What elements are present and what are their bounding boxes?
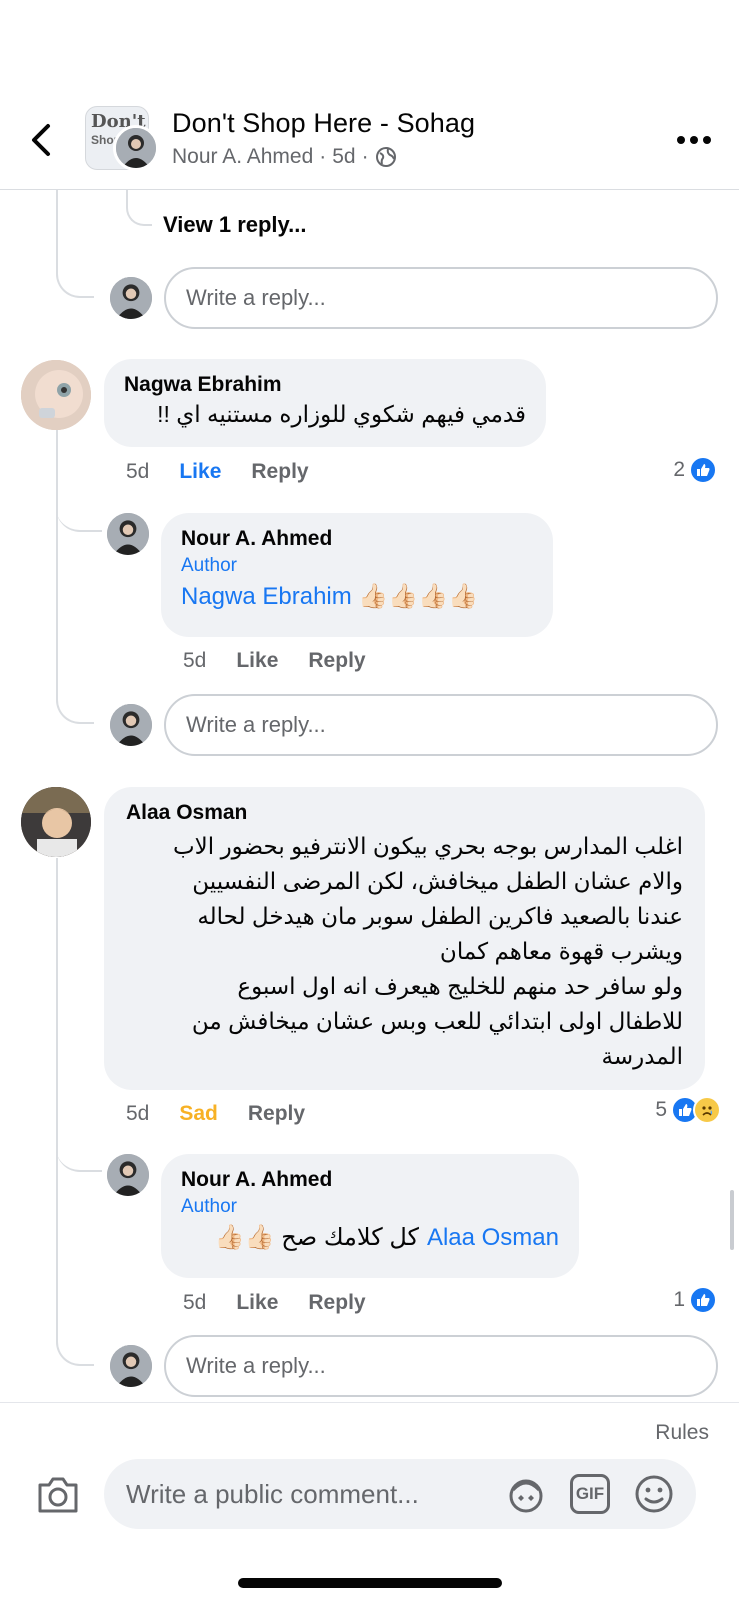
reply-button[interactable]: Reply xyxy=(308,649,365,673)
reaction-summary[interactable]: 1 xyxy=(673,1286,717,1314)
comment-actions: 5d Like Reply xyxy=(126,460,309,484)
user-avatar xyxy=(110,277,152,319)
thread-line xyxy=(56,430,102,532)
separator: · xyxy=(319,145,327,168)
reply-bubble: Nour A. Ahmed Author Nagwa Ebrahim 👍🏻👍🏻👍… xyxy=(161,513,553,637)
reaction-count: 5 xyxy=(655,1098,667,1121)
post-subtitle: Nour A. Ahmed · 5d · xyxy=(172,145,397,169)
comment-time: 5d xyxy=(126,460,150,483)
comment-line: ولو سافر حد منهم للخليج هيعرف انه اول اس… xyxy=(237,973,683,999)
like-reaction-icon xyxy=(689,456,717,484)
sad-reaction-icon xyxy=(693,1096,721,1124)
camera-icon[interactable] xyxy=(36,1473,80,1515)
thread-line xyxy=(56,190,94,298)
reply-time: 5d xyxy=(183,649,207,672)
separator: · xyxy=(361,145,369,168)
reaction-count: 2 xyxy=(673,458,685,481)
like-reaction-icon xyxy=(689,1286,717,1314)
reply-message: كل كلامك صح 👍🏻👍🏻 xyxy=(214,1224,419,1251)
comment-line: المدرسة xyxy=(601,1043,683,1069)
thread-line xyxy=(56,858,102,1172)
reply-actions: 5d Like Reply xyxy=(183,1291,366,1315)
author-avatar[interactable] xyxy=(113,125,159,171)
reply-author-name[interactable]: Nour A. Ahmed xyxy=(181,527,533,551)
like-button[interactable]: Like xyxy=(236,1291,278,1315)
comment-actions: 5d Sad Reply xyxy=(126,1102,305,1126)
gif-icon[interactable]: GIF xyxy=(570,1474,610,1514)
post-header: Don't Shop Don't Shop Here - Sohag Nour … xyxy=(0,0,739,190)
comment-bubble: Alaa Osman اغلب المدارس بوجه بحري بيكون … xyxy=(104,787,705,1090)
mention-link[interactable]: Alaa Osman xyxy=(427,1220,559,1255)
reaction-count: 1 xyxy=(673,1288,685,1311)
user-avatar xyxy=(110,704,152,746)
reply-author-name[interactable]: Nour A. Ahmed xyxy=(181,1168,559,1192)
comment-placeholder: Write a public comment... xyxy=(126,1478,419,1509)
like-button[interactable]: Like xyxy=(179,460,221,484)
comment-time: 5d xyxy=(126,1102,150,1125)
commenter-avatar[interactable] xyxy=(21,787,91,857)
back-arrow-icon[interactable] xyxy=(28,122,56,158)
user-avatar[interactable] xyxy=(107,1154,149,1196)
reply-time: 5d xyxy=(183,1291,207,1314)
home-indicator[interactable] xyxy=(238,1578,502,1588)
commenter-avatar[interactable] xyxy=(21,360,91,430)
gif-label: GIF xyxy=(575,1484,605,1503)
reply-button[interactable]: Reply xyxy=(308,1291,365,1315)
like-button[interactable]: Like xyxy=(236,649,278,673)
view-replies-link[interactable]: View 1 reply... xyxy=(163,212,306,238)
rules-link[interactable]: Rules xyxy=(655,1421,709,1445)
comment-line: ويشرب قهوة معاهم كمان xyxy=(439,938,683,964)
reply-input[interactable]: Write a reply... xyxy=(164,1335,718,1397)
post-author-name[interactable]: Nour A. Ahmed xyxy=(172,145,313,169)
mention-link[interactable]: Nagwa Ebrahim xyxy=(181,583,352,610)
thread-line xyxy=(126,190,152,226)
comment-line: للاطفال اولى ابتدائي للعب وبس عشان ميخاف… xyxy=(191,1008,683,1034)
reply-text: Alaa Osman كل كلامك صح 👍🏻👍🏻 xyxy=(181,1220,559,1255)
comment-line: اغلب المدارس بوجه بحري بيكون الانترفيو ب… xyxy=(173,833,683,859)
reaction-summary[interactable]: 5 xyxy=(655,1096,721,1124)
comment-bubble: Nagwa Ebrahim قدمي فيهم شكوي للوزاره مست… xyxy=(104,359,546,447)
author-badge: Author xyxy=(181,1196,237,1217)
comment-text: قدمي فيهم شكوي للوزاره مستنيه اي !! xyxy=(157,401,526,427)
author-badge: Author xyxy=(181,555,237,576)
reply-button[interactable]: Reply xyxy=(251,460,308,484)
comment-text: اغلب المدارس بوجه بحري بيكون الانترفيو ب… xyxy=(126,829,683,1074)
user-avatar[interactable] xyxy=(107,513,149,555)
reply-text: Nagwa Ebrahim 👍🏻👍🏻👍🏻👍🏻 xyxy=(181,579,533,614)
globe-icon xyxy=(375,147,396,167)
reply-emoji: 👍🏻👍🏻👍🏻👍🏻 xyxy=(358,583,478,610)
comment-composer: Rules Write a public comment... GIF xyxy=(0,1402,739,1600)
more-options-icon[interactable] xyxy=(677,133,711,147)
reply-actions: 5d Like Reply xyxy=(183,649,366,673)
reply-bubble: Nour A. Ahmed Author Alaa Osman كل كلامك… xyxy=(161,1154,579,1278)
group-title[interactable]: Don't Shop Here - Sohag xyxy=(172,108,475,139)
reply-input[interactable]: Write a reply... xyxy=(164,694,718,756)
reaction-summary[interactable]: 2 xyxy=(673,456,717,484)
post-time: 5d xyxy=(332,145,356,168)
comment-line: والام عشان الطفل ميخافش، لكن المرضى النف… xyxy=(192,868,683,894)
comment-line: عندنا بالصعيد فاكرين الطفل سوبر مان هيدخ… xyxy=(197,903,683,929)
emoji-icon[interactable] xyxy=(634,1474,674,1514)
commenter-name[interactable]: Nagwa Ebrahim xyxy=(124,373,526,397)
user-avatar xyxy=(110,1345,152,1387)
commenter-name[interactable]: Alaa Osman xyxy=(126,801,683,825)
avatar-sticker-icon[interactable] xyxy=(506,1474,546,1514)
reply-button[interactable]: Reply xyxy=(248,1102,305,1126)
scrollbar[interactable] xyxy=(730,1190,734,1250)
reply-input[interactable]: Write a reply... xyxy=(164,267,718,329)
sad-reaction-button[interactable]: Sad xyxy=(179,1102,218,1126)
